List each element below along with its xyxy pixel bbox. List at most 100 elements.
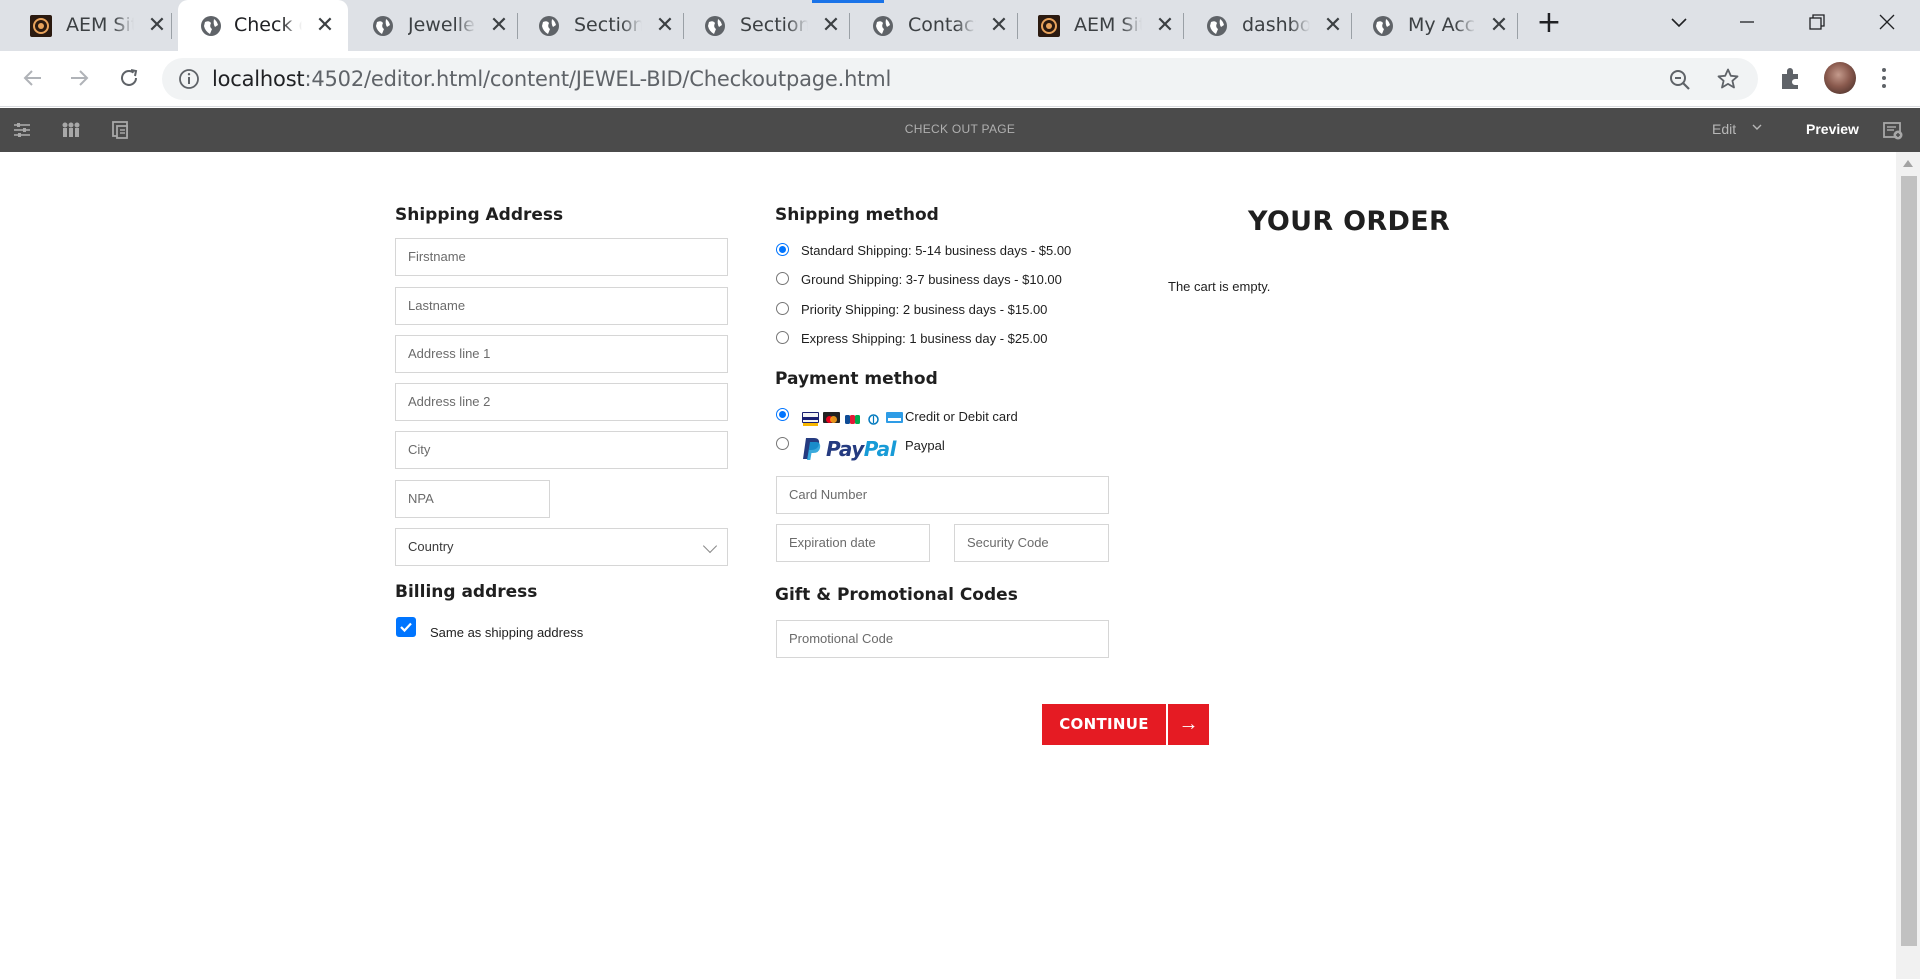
browser-tab[interactable]: dashboard ✕ (1176, 0, 1352, 51)
shipping-radio-ground[interactable] (776, 272, 789, 285)
shipping-option-label: Express Shipping: 1 business day - $25.0… (801, 331, 1048, 346)
npa-field[interactable]: NPA (395, 480, 550, 518)
close-icon[interactable]: ✕ (988, 14, 1010, 36)
shipping-option-label: Standard Shipping: 5-14 business days - … (801, 243, 1072, 258)
globe-icon (200, 15, 222, 37)
paypal-option-label: Paypal (905, 438, 945, 453)
close-icon[interactable]: ✕ (1488, 14, 1510, 36)
promo-code-field[interactable]: Promotional Code (776, 620, 1109, 658)
back-icon[interactable] (18, 63, 48, 93)
edit-mode-label[interactable]: Edit (1712, 121, 1736, 137)
firstname-field[interactable]: Firstname (395, 238, 728, 276)
chevron-down-icon[interactable] (1752, 121, 1762, 135)
card-option-label: Credit or Debit card (905, 409, 1018, 424)
order-title: YOUR ORDER (1248, 206, 1451, 237)
shipping-option-label: Ground Shipping: 3-7 business days - $10… (801, 272, 1062, 287)
tab-separator (171, 13, 172, 39)
globe-icon (704, 15, 726, 37)
shipping-radio-priority[interactable] (776, 302, 789, 315)
close-icon[interactable]: ✕ (314, 14, 336, 36)
billing-address-heading: Billing address (395, 582, 538, 602)
country-select-value: Country (408, 539, 454, 554)
globe-icon (872, 15, 894, 37)
card-brand-icons (802, 412, 903, 426)
tab-title: AEM Sites (66, 14, 134, 36)
editor-page-name: CHECK OUT PAGE (904, 122, 1016, 136)
browser-tab-active[interactable]: Check out ✕ (178, 0, 348, 51)
reload-icon[interactable] (114, 63, 144, 93)
browser-tab[interactable]: AEM Sites ✕ (0, 0, 172, 51)
browser-tab[interactable]: Section F ✕ (508, 0, 684, 51)
globe-icon (1372, 15, 1394, 37)
shipping-radio-express[interactable] (776, 331, 789, 344)
security-code-field[interactable]: Security Code (954, 524, 1109, 562)
browser-menu-icon[interactable] (1874, 63, 1894, 93)
close-icon[interactable]: ✕ (820, 14, 842, 36)
page-scrollbar[interactable] (1896, 152, 1920, 979)
payment-radio-card[interactable] (776, 408, 789, 421)
browser-tab[interactable]: Section F ✕ (674, 0, 850, 51)
expiration-date-field[interactable]: Expiration date (776, 524, 930, 562)
paypal-word-pay: Pay (826, 437, 864, 461)
city-field[interactable]: City (395, 431, 728, 469)
close-icon[interactable]: ✕ (654, 14, 676, 36)
scroll-up-arrow[interactable] (1903, 160, 1913, 167)
globe-icon (372, 15, 394, 37)
shipping-option-label: Priority Shipping: 2 business days - $15… (801, 302, 1048, 317)
forward-icon[interactable] (64, 63, 94, 93)
browser-tab-strip: AEM Sites ✕ Check out ✕ Jewellery ✕ Sect… (0, 0, 1920, 51)
tab-search-icon[interactable] (1666, 12, 1692, 38)
minimize-icon[interactable] (1734, 12, 1760, 38)
paypal-logo: PayPal (802, 437, 897, 461)
annotations-icon[interactable] (1882, 120, 1904, 142)
zoom-out-icon[interactable] (1668, 68, 1692, 92)
shipping-radio-standard[interactable] (776, 243, 789, 256)
browser-toolbar: localhost:4502/editor.html/content/JEWEL… (0, 51, 1920, 107)
mastercard-icon (823, 412, 840, 423)
arrow-right-icon[interactable]: → (1168, 704, 1209, 745)
new-tab-button[interactable]: + (1536, 8, 1562, 38)
browser-tab[interactable]: My Accou ✕ (1342, 0, 1518, 51)
address-line2-field[interactable]: Address line 2 (395, 383, 728, 421)
shipping-method-heading: Shipping method (775, 205, 939, 225)
browser-tab[interactable]: Contact U ✕ (842, 0, 1018, 51)
close-icon[interactable]: ✕ (488, 14, 510, 36)
browser-tab[interactable]: AEM Sites ✕ (1008, 0, 1184, 51)
extensions-puzzle-icon[interactable] (1778, 65, 1804, 91)
globe-icon (538, 15, 560, 37)
window-close-icon[interactable] (1874, 12, 1900, 38)
lastname-field[interactable]: Lastname (395, 287, 728, 325)
address-line1-field[interactable]: Address line 1 (395, 335, 728, 373)
chevron-down-icon (702, 538, 718, 554)
close-icon[interactable]: ✕ (1322, 14, 1344, 36)
profile-avatar[interactable] (1824, 62, 1856, 94)
checkmark-icon (400, 622, 412, 633)
same-as-shipping-checkbox[interactable] (396, 617, 416, 637)
cart-empty-message: The cart is empty. (1168, 279, 1271, 294)
browser-tab[interactable]: Jewellery ✕ (342, 0, 518, 51)
close-icon[interactable]: ✕ (146, 14, 168, 36)
url-text[interactable]: localhost:4502/editor.html/content/JEWEL… (212, 67, 891, 91)
continue-button[interactable]: CONTINUE (1042, 704, 1166, 745)
paypal-word-pal: Pal (863, 437, 897, 461)
restore-icon[interactable] (1804, 12, 1830, 38)
preview-button[interactable]: Preview (1806, 121, 1859, 137)
tab-title: My Accou (1408, 14, 1476, 36)
card-number-field[interactable]: Card Number (776, 476, 1109, 514)
tab-separator (1517, 13, 1518, 39)
url-path: :4502/editor.html/content/JEWEL-BID/Chec… (304, 67, 892, 91)
tab-title: Section F (574, 14, 642, 36)
aem-editor-toolbar: CHECK OUT PAGE Edit Preview (0, 108, 1920, 152)
site-info-icon[interactable] (178, 68, 200, 90)
country-select[interactable]: Country (395, 528, 728, 566)
close-icon[interactable]: ✕ (1154, 14, 1176, 36)
shipping-address-heading: Shipping Address (395, 205, 564, 225)
bookmark-star-icon[interactable] (1716, 67, 1740, 91)
tab-title: Jewellery (408, 14, 476, 36)
paypal-wordmark: PayPal (826, 437, 897, 461)
payment-radio-paypal[interactable] (776, 437, 789, 450)
address-bar[interactable]: localhost:4502/editor.html/content/JEWEL… (162, 58, 1758, 100)
scroll-thumb[interactable] (1901, 176, 1917, 946)
amex-icon (886, 412, 903, 423)
tab-title: Contact U (908, 14, 976, 36)
